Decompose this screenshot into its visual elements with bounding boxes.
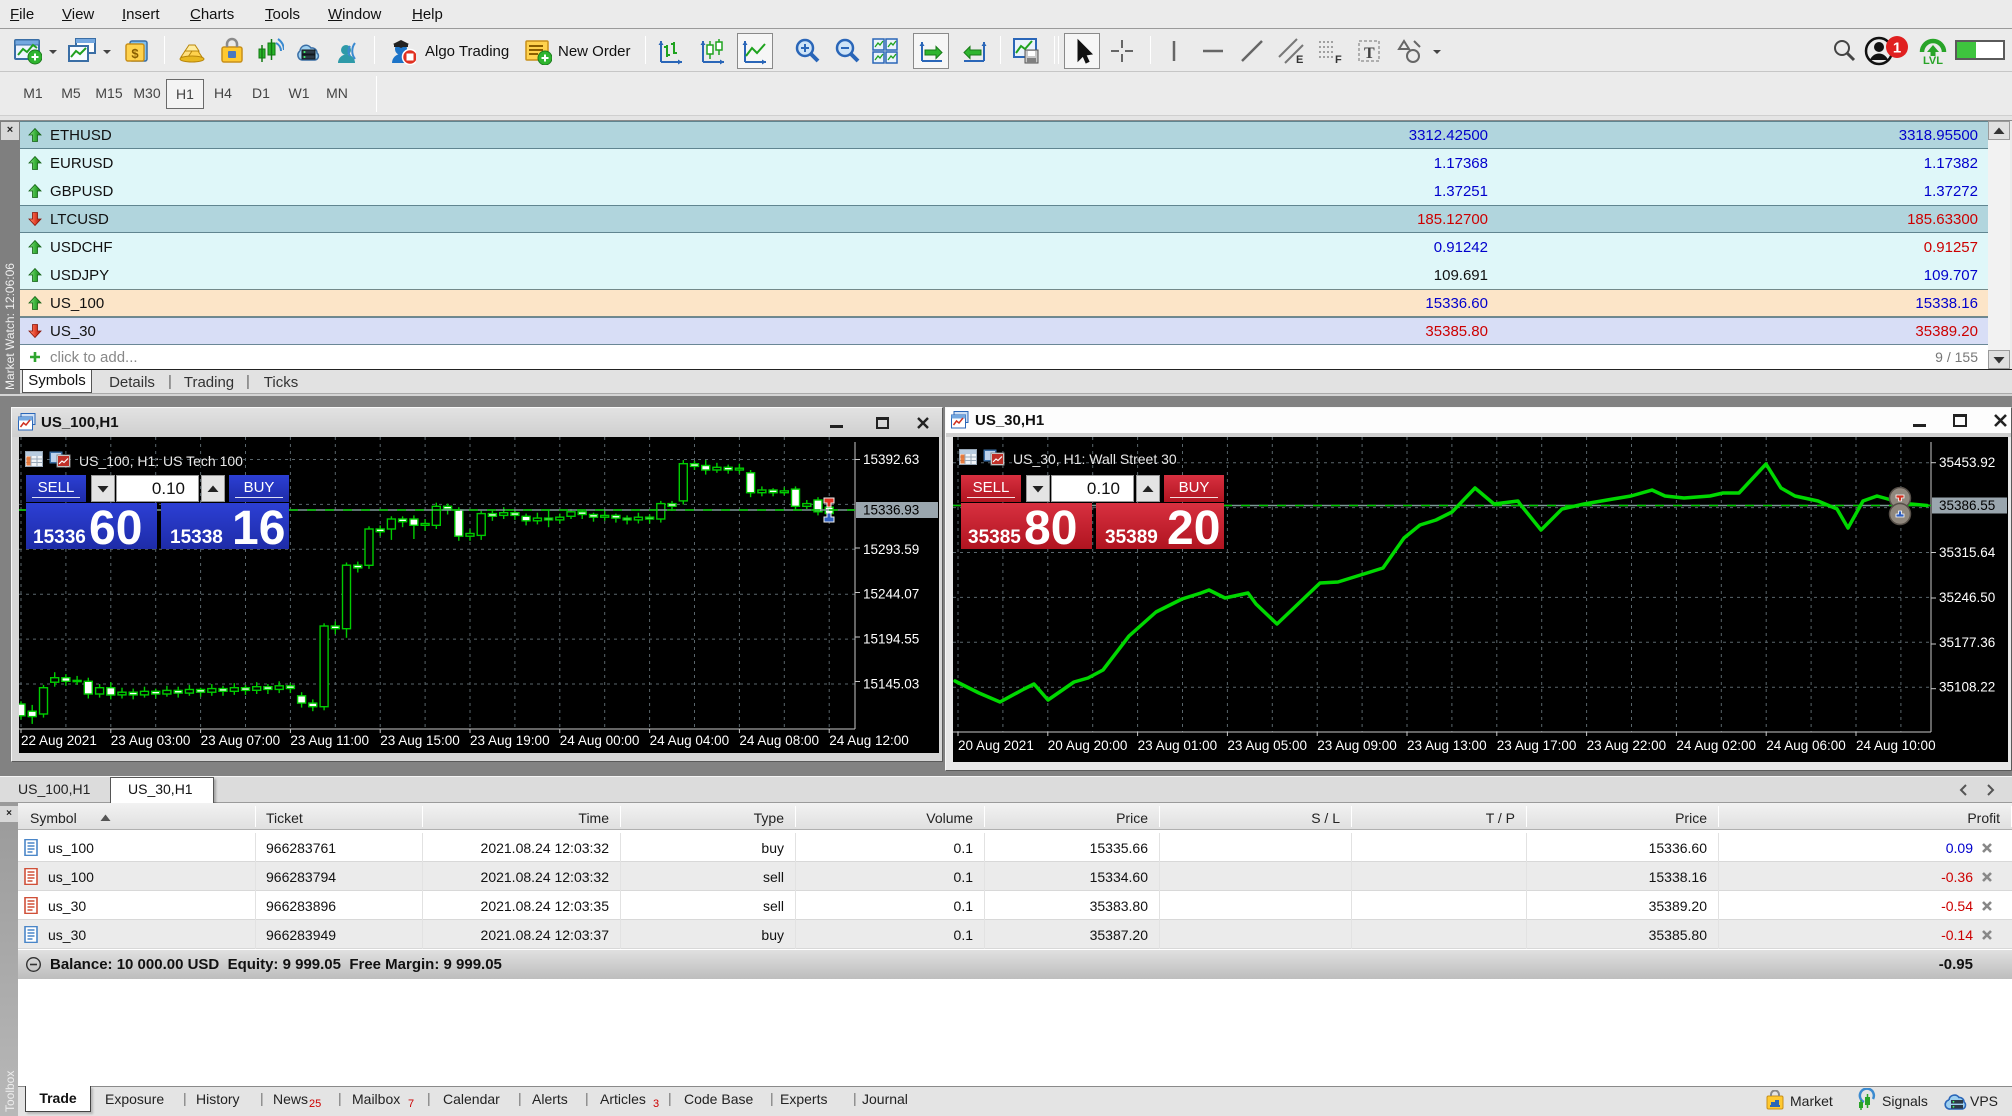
svg-text:20 Aug 2021: 20 Aug 2021 xyxy=(958,738,1034,753)
svg-text:20 Aug 20:00: 20 Aug 20:00 xyxy=(1048,738,1128,753)
svg-text:24 Aug 04:00: 24 Aug 04:00 xyxy=(650,733,730,748)
svg-text:F: F xyxy=(1335,54,1342,65)
svg-text:23 Aug 11:00: 23 Aug 11:00 xyxy=(290,733,369,748)
svg-text:24 Aug 10:00: 24 Aug 10:00 xyxy=(1856,738,1936,753)
svg-text:23 Aug 19:00: 23 Aug 19:00 xyxy=(470,733,550,748)
svg-text:T: T xyxy=(1364,45,1375,62)
svg-text:35453.92: 35453.92 xyxy=(1939,455,1995,470)
svg-text:24 Aug 06:00: 24 Aug 06:00 xyxy=(1766,738,1846,753)
svg-text:24 Aug 02:00: 24 Aug 02:00 xyxy=(1676,738,1756,753)
svg-text:15336.93: 15336.93 xyxy=(863,503,919,518)
svg-text:35386.55: 35386.55 xyxy=(1939,498,1995,513)
svg-text:23 Aug 03:00: 23 Aug 03:00 xyxy=(111,733,191,748)
svg-text:35246.50: 35246.50 xyxy=(1939,590,1995,605)
svg-text:1: 1 xyxy=(1893,40,1901,57)
svg-text:35177.36: 35177.36 xyxy=(1939,635,1995,650)
svg-text:15244.07: 15244.07 xyxy=(863,587,919,602)
svg-text:23 Aug 05:00: 23 Aug 05:00 xyxy=(1227,738,1307,753)
svg-text:15194.55: 15194.55 xyxy=(863,632,919,647)
svg-text:15293.59: 15293.59 xyxy=(863,542,919,557)
svg-text:35315.64: 35315.64 xyxy=(1939,545,1996,560)
svg-text:23 Aug 07:00: 23 Aug 07:00 xyxy=(201,733,281,748)
svg-text:23 Aug 17:00: 23 Aug 17:00 xyxy=(1497,738,1577,753)
svg-text:24 Aug 00:00: 24 Aug 00:00 xyxy=(560,733,640,748)
svg-text:LVL: LVL xyxy=(1923,55,1943,66)
svg-text:15392.63: 15392.63 xyxy=(863,452,919,467)
svg-text:23 Aug 01:00: 23 Aug 01:00 xyxy=(1138,738,1218,753)
svg-text:23 Aug 15:00: 23 Aug 15:00 xyxy=(380,733,460,748)
svg-text:35108.22: 35108.22 xyxy=(1939,680,1995,695)
svg-text:23 Aug 09:00: 23 Aug 09:00 xyxy=(1317,738,1397,753)
svg-text:24 Aug 08:00: 24 Aug 08:00 xyxy=(739,733,819,748)
svg-text:E: E xyxy=(1296,54,1303,65)
svg-text:$: $ xyxy=(131,46,139,61)
svg-text:15145.03: 15145.03 xyxy=(863,677,919,692)
svg-text:23 Aug 22:00: 23 Aug 22:00 xyxy=(1587,738,1667,753)
svg-text:22 Aug 2021: 22 Aug 2021 xyxy=(21,733,97,748)
svg-text:24 Aug 12:00: 24 Aug 12:00 xyxy=(829,733,909,748)
svg-text:23 Aug 13:00: 23 Aug 13:00 xyxy=(1407,738,1487,753)
